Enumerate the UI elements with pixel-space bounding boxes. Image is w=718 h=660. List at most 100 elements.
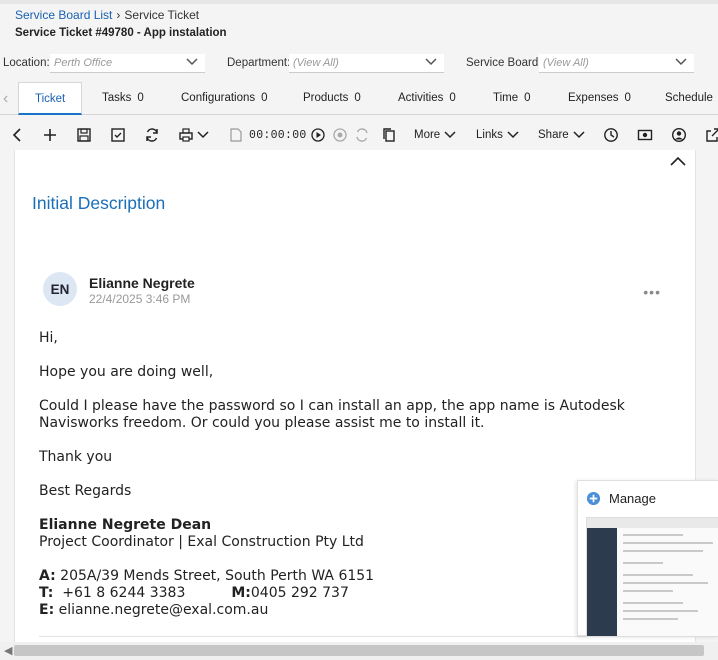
note-date: 22/4/2025 3:46 PM	[89, 292, 191, 306]
tab-label: Configurations	[181, 92, 256, 104]
chevron-right-icon: ›	[116, 8, 121, 22]
location-select[interactable]: Perth Office	[50, 54, 205, 73]
chevron-down-icon	[186, 58, 198, 66]
history-button[interactable]	[603, 126, 619, 144]
manage-thumbnail[interactable]	[586, 517, 718, 637]
manage-label: Manage	[609, 491, 656, 506]
tab-count: 0	[137, 92, 144, 104]
tab-tasks[interactable]: Tasks 0	[102, 82, 144, 115]
tab-label: Products	[303, 92, 349, 104]
tab-configurations[interactable]: Configurations 0	[181, 82, 268, 115]
links-label: Links	[476, 129, 503, 141]
breadcrumb-service-board-list[interactable]: Service Board List	[15, 8, 112, 22]
signature-address: A: 205A/39 Mends Street, South Perth WA …	[39, 568, 659, 585]
clock-icon	[604, 128, 618, 142]
tab-label: Schedule	[665, 92, 713, 104]
mob-value: 0405 292 737	[250, 585, 349, 601]
save-and-close-icon	[111, 128, 125, 142]
address-value: 205A/39 Mends Street, South Perth WA 615…	[60, 568, 375, 584]
timer-display: 00:00:00	[249, 128, 307, 142]
location-label: Location:	[3, 57, 50, 69]
note-greeting: Hi,	[39, 330, 58, 346]
more-options-icon[interactable]: •••	[643, 284, 661, 300]
save-close-button[interactable]	[110, 126, 126, 144]
manage-header[interactable]: Manage	[586, 491, 656, 506]
tab-count: 0	[261, 92, 268, 104]
manage-popup[interactable]: Manage	[577, 480, 718, 637]
add-button[interactable]	[42, 126, 58, 144]
stop-icon	[333, 128, 347, 142]
tab-expenses[interactable]: Expenses 0	[568, 82, 631, 115]
tel-label: T:	[39, 585, 54, 601]
scrollbar-thumb[interactable]	[14, 645, 704, 656]
refresh-button[interactable]	[144, 126, 160, 144]
note-line: Thank you	[39, 449, 113, 465]
billing-button[interactable]	[637, 126, 653, 144]
copy-button[interactable]	[381, 126, 397, 144]
breadcrumb: Service Board List › Service Ticket	[15, 8, 199, 22]
tab-time[interactable]: Time 0	[493, 82, 531, 115]
tab-activities[interactable]: Activities 0	[398, 82, 456, 115]
top-strip	[0, 0, 718, 4]
more-label: More	[414, 129, 441, 141]
share-menu-button[interactable]: Share	[538, 126, 585, 144]
tab-label: Time	[493, 92, 519, 104]
user-icon	[671, 127, 687, 143]
reset-icon	[356, 128, 368, 142]
tab-count: 0	[624, 92, 631, 104]
filter-bar: Location: Perth Office Department: (View…	[0, 54, 718, 74]
chevron-up-icon[interactable]	[669, 154, 687, 168]
timer-stop-button[interactable]	[332, 126, 348, 144]
links-menu-button[interactable]: Links	[476, 126, 519, 144]
contact-button[interactable]	[671, 126, 687, 144]
service-board-label: Service Board:	[466, 57, 542, 69]
address-label: A:	[39, 568, 56, 584]
save-button[interactable]	[76, 126, 92, 144]
note-body: Hi, Hope you are doing well, Could I ple…	[39, 330, 659, 619]
email-label: E:	[39, 602, 55, 618]
tab-schedule[interactable]: Schedule	[665, 82, 713, 115]
back-button[interactable]	[9, 126, 25, 144]
tab-ticket[interactable]: Ticket	[18, 82, 83, 115]
email-value: elianne.negrete@exal.com.au	[58, 602, 269, 618]
page-title: Service Ticket #49780 - App instalation	[15, 27, 227, 39]
timer-reset-button[interactable]	[354, 126, 370, 144]
horizontal-scrollbar[interactable]: ◀	[0, 642, 718, 660]
department-select[interactable]: (View All)	[289, 54, 444, 73]
document-icon	[230, 128, 242, 142]
toolbar: 00:00:00 More Links Share	[0, 122, 718, 148]
share-label: Share	[538, 129, 569, 141]
tel-value: +61 8 6244 3383	[62, 585, 186, 601]
plus-icon	[44, 129, 56, 141]
mob-label: M:	[231, 585, 251, 601]
avatar: EN	[43, 272, 77, 306]
more-menu-button[interactable]: More	[414, 126, 456, 144]
timer-play-button[interactable]	[310, 126, 326, 144]
open-external-button[interactable]	[705, 126, 718, 144]
play-icon	[311, 128, 325, 142]
chevron-down-icon	[444, 131, 456, 139]
signature-email: E: elianne.negrete@exal.com.au	[39, 602, 659, 619]
note-line: Best Regards	[39, 483, 132, 499]
printer-icon	[179, 128, 193, 142]
tab-count: 0	[354, 92, 361, 104]
scroll-left-icon[interactable]: ◀	[4, 644, 12, 657]
location-value: Perth Office	[54, 57, 113, 69]
chevron-down-icon	[675, 58, 687, 66]
service-board-value: (View All)	[543, 57, 589, 69]
service-board-select[interactable]: (View All)	[539, 54, 694, 73]
signature-title: Project Coordinator | Exal Construction …	[39, 534, 364, 550]
chevron-down-icon	[197, 131, 209, 139]
note-line: Could I please have the password so I ca…	[39, 398, 625, 431]
department-value: (View All)	[293, 57, 339, 69]
tab-label: Tasks	[102, 92, 132, 104]
tab-bar: Ticket Tasks 0 Configurations 0 Products 0 …	[0, 82, 718, 115]
chevron-down-icon	[573, 131, 585, 139]
external-link-icon	[706, 128, 718, 142]
save-icon	[77, 128, 91, 142]
signature-name: Elianne Negrete Dean	[39, 517, 212, 533]
print-button[interactable]	[178, 126, 209, 144]
tab-label: Activities	[398, 92, 444, 104]
tab-count: 0	[449, 92, 456, 104]
tab-products[interactable]: Products 0	[303, 82, 361, 115]
